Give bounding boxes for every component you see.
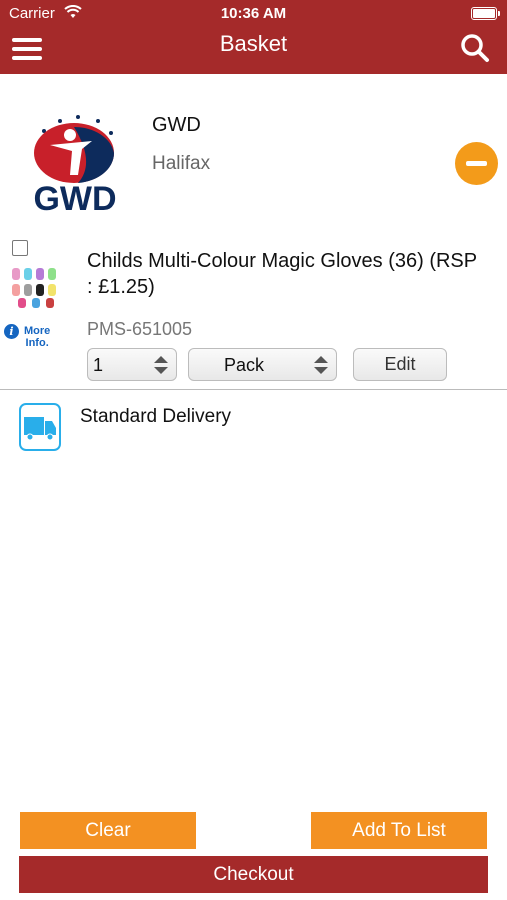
clear-button[interactable]: Clear — [20, 812, 196, 849]
section-divider — [0, 389, 507, 390]
delivery-truck-icon — [19, 403, 61, 451]
checkout-button[interactable]: Checkout — [19, 856, 488, 893]
status-bar: Carrier 10:36 AM — [0, 4, 507, 24]
quantity-select[interactable]: 1 — [87, 348, 177, 381]
retailer-location: Halifax — [152, 153, 211, 174]
add-to-list-button[interactable]: Add To List — [311, 812, 487, 849]
edit-button[interactable]: Edit — [353, 348, 447, 381]
up-down-arrows-icon — [154, 356, 168, 374]
retailer-name: GWD — [152, 114, 201, 136]
product-title: Childs Multi-Colour Magic Gloves (36) (R… — [87, 250, 477, 298]
unit-select[interactable]: Pack — [188, 348, 337, 381]
retailer-logo: GWD — [33, 115, 117, 213]
up-down-arrows-icon — [314, 356, 328, 374]
more-info-label-1: More — [24, 325, 51, 337]
clock: 10:36 AM — [220, 5, 287, 22]
product-code: PMS-651005 — [87, 319, 193, 339]
search-icon[interactable] — [459, 32, 491, 64]
unit-value: Pack — [223, 355, 265, 375]
quantity-value: 1 — [93, 355, 104, 375]
battery-icon — [471, 7, 500, 20]
page-title: Basket — [219, 31, 288, 56]
more-info-link[interactable]: i More Info. — [4, 324, 64, 352]
info-icon: i — [4, 324, 19, 339]
nav-header: Carrier 10:36 AM Basket — [0, 0, 507, 74]
product-thumbnail[interactable] — [8, 262, 68, 312]
delivery-method-label[interactable]: Standard Delivery — [80, 406, 231, 428]
item-select-checkbox[interactable] — [12, 240, 28, 256]
remove-retailer-button[interactable] — [455, 142, 498, 185]
logo-wordmark: GWD — [33, 180, 116, 213]
more-info-label-2: Info. — [25, 337, 49, 349]
